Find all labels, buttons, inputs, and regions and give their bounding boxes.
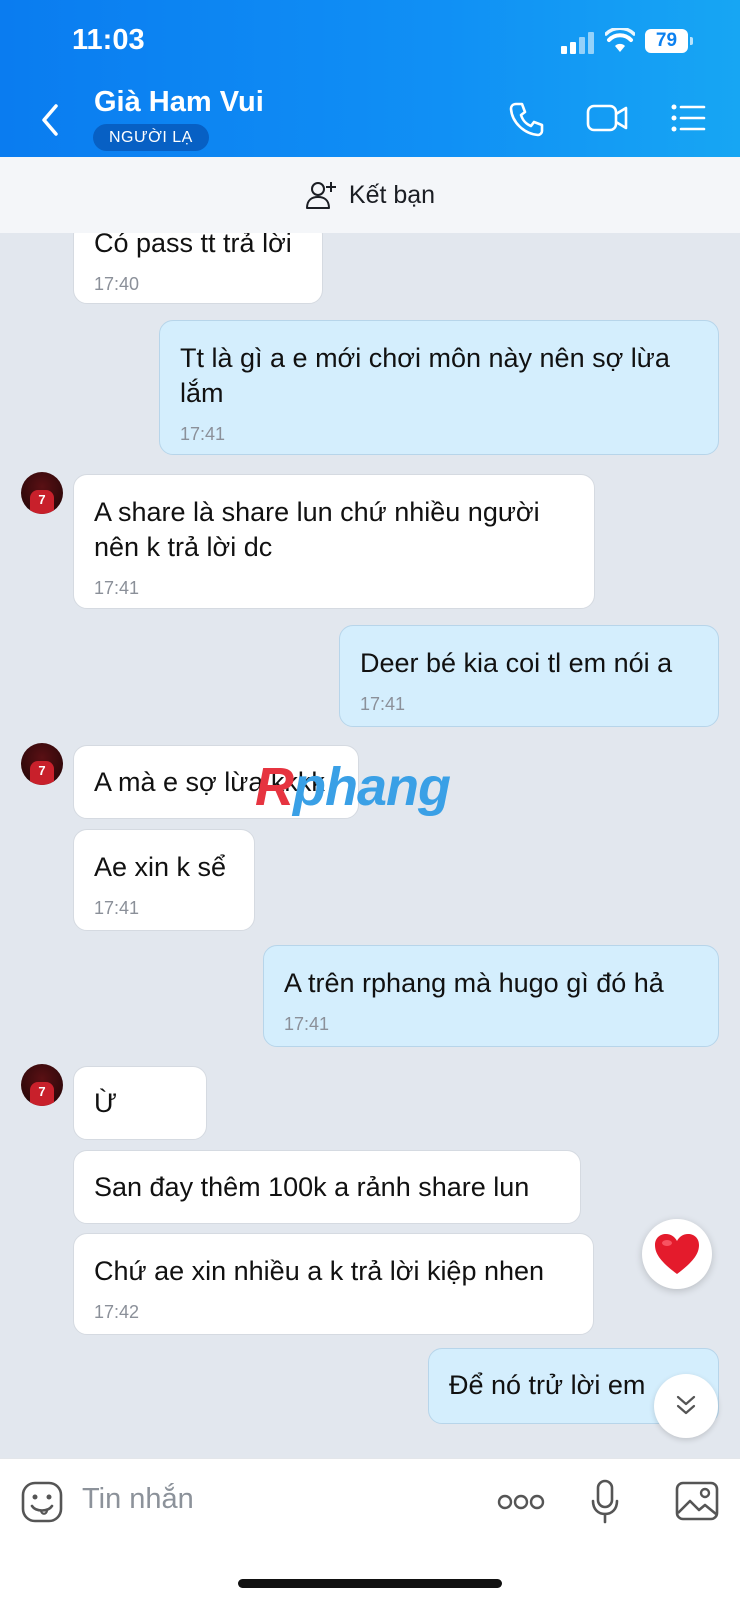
message-text: Có pass tt trả lời [94, 233, 292, 258]
watermark-logo: Rphang [255, 756, 451, 818]
contact-name[interactable]: Già Ham Vui [94, 86, 264, 119]
message-text: Ừ [94, 1088, 118, 1118]
message-input[interactable]: Tin nhắn [82, 1483, 194, 1516]
message-text: Chứ ae xin nhiều a k trả lời kiệp nhen [94, 1256, 545, 1286]
phone-call-icon[interactable] [508, 100, 546, 138]
message-outgoing[interactable]: A trên rphang mà hugo gì đó hả 17:41 [263, 945, 719, 1047]
message-text: San đay thêm 100k a rảnh share lun [94, 1172, 530, 1202]
menu-list-icon[interactable] [670, 100, 706, 136]
message-incoming[interactable]: San đay thêm 100k a rảnh share lun [73, 1150, 581, 1224]
battery-icon: 79 [645, 29, 693, 53]
message-time: 17:40 [94, 274, 140, 294]
message-incoming[interactable]: Có pass tt trả lời 17:40 [73, 233, 323, 304]
message-time: 17:41 [360, 694, 406, 714]
avatar-number: 7 [38, 1084, 46, 1099]
watermark-part2: phang [293, 757, 451, 817]
sticker-icon[interactable] [21, 1481, 63, 1523]
message-time: 17:41 [94, 898, 140, 918]
watermark-part1: R [255, 757, 294, 817]
add-friend-label: Kết bạn [348, 180, 436, 209]
avatar[interactable]: 7 [21, 743, 63, 785]
message-outgoing[interactable]: Deer bé kia coi tl em nói a 17:41 [339, 625, 719, 727]
message-incoming[interactable]: A share là share lun chứ nhiều người nên… [73, 474, 595, 609]
message-time: 17:41 [284, 1014, 330, 1034]
message-text: A trên rphang mà hugo gì đó hả [284, 968, 664, 998]
avatar[interactable]: 7 [21, 472, 63, 514]
chevron-double-down-icon [676, 1395, 696, 1415]
add-friend-bar[interactable]: Kết bạn [0, 157, 740, 233]
message-text: Tt là gì a e mới chơi môn này nên sợ lừa… [180, 343, 670, 408]
message-text: A share là share lun chứ nhiều người nên… [94, 497, 540, 562]
stranger-badge: NGƯỜI LẠ [93, 124, 209, 151]
wifi-icon [605, 28, 635, 52]
message-incoming[interactable]: Chứ ae xin nhiều a k trả lời kiệp nhen 1… [73, 1233, 594, 1335]
avatar-number: 7 [38, 763, 46, 778]
message-list[interactable]: Có pass tt trả lời 17:40 Tt là gì a e mớ… [0, 233, 740, 1458]
more-options-icon[interactable] [497, 1492, 545, 1512]
message-incoming[interactable]: Ừ [73, 1066, 207, 1140]
avatar-number: 7 [38, 492, 46, 507]
video-call-icon[interactable] [586, 100, 630, 136]
heart-icon [655, 1234, 699, 1274]
microphone-icon[interactable] [590, 1479, 620, 1525]
back-button[interactable] [36, 100, 66, 140]
message-outgoing[interactable]: Tt là gì a e mới chơi môn này nên sợ lừa… [159, 320, 719, 455]
scroll-down-button[interactable] [654, 1374, 718, 1438]
message-incoming[interactable]: Ae xin k sể 17:41 [73, 829, 255, 931]
add-friend-icon [305, 182, 336, 209]
message-time: 17:41 [94, 578, 140, 598]
avatar[interactable]: 7 [21, 1064, 63, 1106]
heart-reaction-button[interactable] [642, 1219, 712, 1289]
message-time: 17:42 [94, 1302, 140, 1322]
image-gallery-icon[interactable] [675, 1481, 719, 1521]
message-text: Deer bé kia coi tl em nói a [360, 648, 673, 678]
message-time: 17:41 [180, 424, 226, 444]
message-text: Ae xin k sể [94, 852, 227, 882]
home-indicator[interactable] [238, 1579, 502, 1588]
chat-header: 11:03 79 Già Ham Vui NGƯỜI LẠ [0, 0, 740, 157]
status-time: 11:03 [72, 24, 145, 56]
cellular-signal-icon [561, 32, 595, 54]
